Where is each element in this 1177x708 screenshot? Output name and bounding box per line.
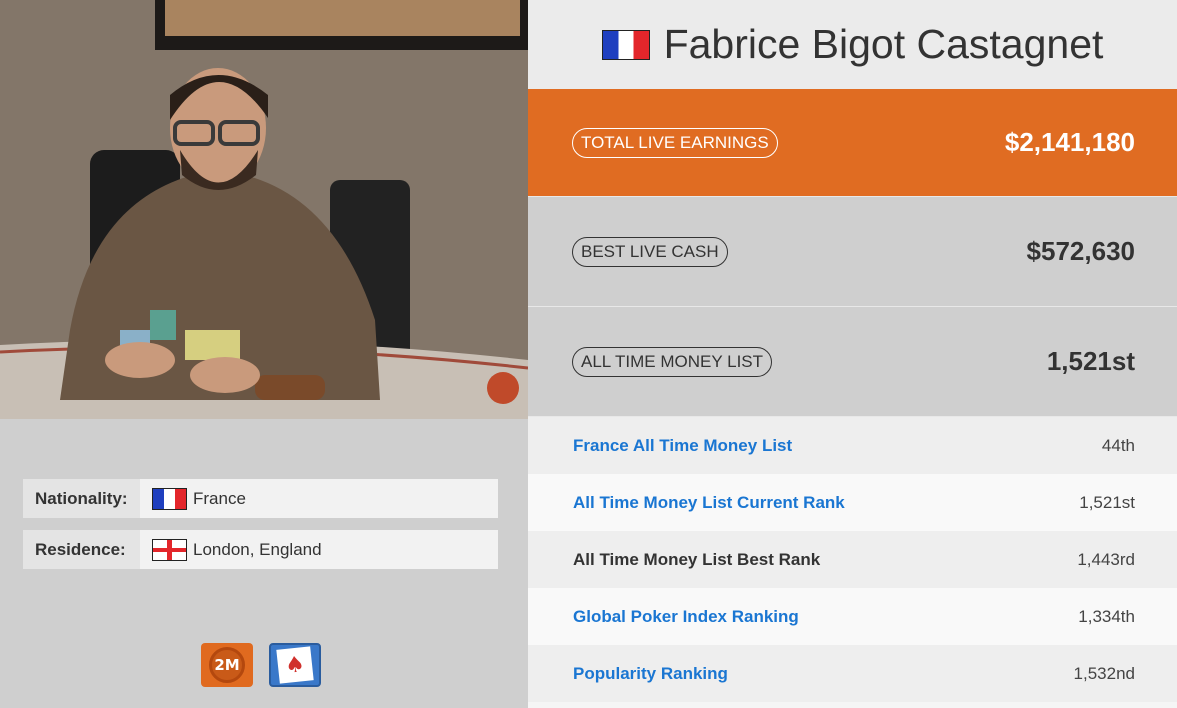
player-header: Fabrice Bigot Castagnet	[528, 0, 1177, 89]
france-flag-icon	[601, 29, 650, 60]
ranking-row-gpi: Global Poker Index Ranking 1,334th	[528, 588, 1177, 645]
best-live-cash-row: BEST LIVE CASH $572,630	[528, 197, 1177, 307]
ranking-link-gpi[interactable]: Global Poker Index Ranking	[573, 607, 799, 627]
nationality-value-cell: France	[140, 479, 498, 518]
ranking-value: 1,334th	[1078, 606, 1135, 626]
all-time-money-list-value: 1,521st	[1046, 346, 1135, 376]
residence-row: Residence: London, England	[23, 530, 498, 569]
rankings-list: France All Time Money List 44th All Time…	[528, 417, 1177, 702]
best-live-cash-value: $572,630	[1026, 236, 1135, 266]
all-time-money-list-row: ALL TIME MONEY LIST 1,521st	[528, 307, 1177, 417]
ranking-row-france-all-time: France All Time Money List 44th	[528, 417, 1177, 474]
ranking-row-current-rank: All Time Money List Current Rank 1,521st	[528, 474, 1177, 531]
badges: 2M ♠	[201, 643, 321, 687]
residence-value: London, England	[193, 539, 322, 559]
player-photo-image	[0, 0, 528, 419]
total-live-earnings-label: TOTAL LIVE EARNINGS	[572, 127, 778, 158]
france-flag-icon	[152, 487, 187, 510]
ranking-value: 1,443rd	[1077, 549, 1135, 569]
residence-value-cell: London, England	[140, 530, 498, 569]
left-panel: Nationality: France Residence: London, E…	[0, 0, 528, 708]
nationality-label: Nationality:	[23, 479, 140, 518]
playing-card-badge-icon[interactable]: ♠	[269, 643, 321, 687]
ranking-link-france-all-time[interactable]: France All Time Money List	[573, 436, 792, 456]
player-photo	[0, 0, 528, 419]
nationality-value: France	[193, 488, 246, 508]
money-milestone-badge-icon[interactable]: 2M	[201, 643, 253, 687]
money-milestone-badge-text: 2M	[209, 647, 245, 683]
ranking-value: 44th	[1101, 435, 1135, 455]
ranking-value: 1,532nd	[1073, 663, 1135, 683]
all-time-money-list-label: ALL TIME MONEY LIST	[572, 346, 773, 377]
nationality-row: Nationality: France	[23, 479, 498, 518]
right-panel: Fabrice Bigot Castagnet TOTAL LIVE EARNI…	[528, 0, 1177, 708]
ranking-value: 1,521st	[1079, 492, 1135, 512]
ranking-row-popularity: Popularity Ranking 1,532nd	[528, 645, 1177, 702]
best-live-cash-label: BEST LIVE CASH	[572, 236, 728, 267]
player-name: Fabrice Bigot Castagnet	[663, 21, 1104, 67]
residence-label: Residence:	[23, 530, 140, 569]
ranking-link-popularity[interactable]: Popularity Ranking	[573, 664, 728, 684]
england-flag-icon	[152, 538, 187, 561]
total-live-earnings-row: TOTAL LIVE EARNINGS $2,141,180	[528, 89, 1177, 197]
ranking-label-best-rank: All Time Money List Best Rank	[573, 549, 821, 569]
ranking-link-current-rank[interactable]: All Time Money List Current Rank	[573, 493, 845, 513]
card-glyph-icon: ♠	[276, 646, 314, 684]
ranking-row-best-rank: All Time Money List Best Rank 1,443rd	[528, 531, 1177, 588]
total-live-earnings-value: $2,141,180	[1004, 127, 1135, 157]
